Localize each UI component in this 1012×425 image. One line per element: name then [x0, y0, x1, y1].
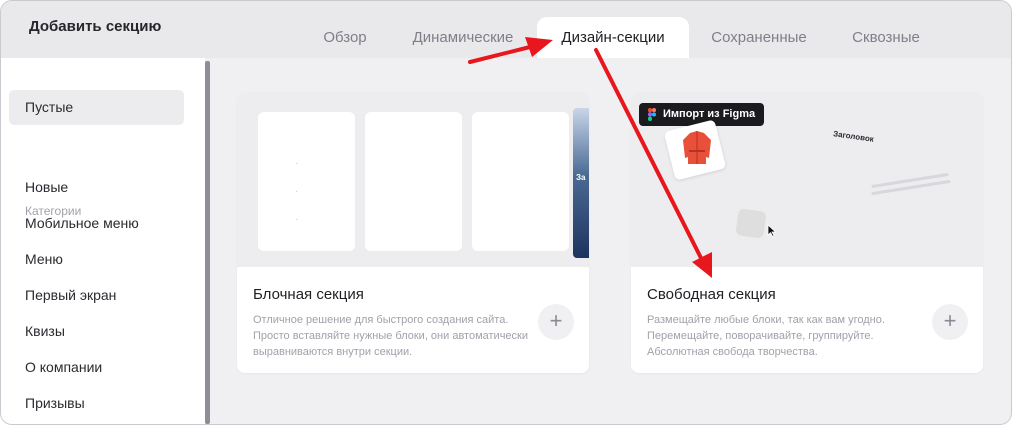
preview-snippet: За: [576, 173, 586, 182]
tab-overview[interactable]: Обзор: [307, 17, 383, 58]
sidebar-item-calls-to-action[interactable]: Призывы: [25, 395, 85, 411]
sidebar-item-quizzes[interactable]: Квизы: [25, 323, 65, 339]
category-sidebar: Пустые Категории Новые Мобильное меню Ме…: [1, 58, 205, 424]
add-section-dialog: Добавить секцию Обзор Динамические Дизай…: [0, 0, 1012, 425]
add-block-section-button[interactable]: +: [538, 304, 574, 340]
sidebar-item-new[interactable]: Новые: [25, 179, 68, 195]
preview-block: [365, 112, 462, 251]
mouse-pointer-icon: [767, 224, 777, 237]
block-section-card[interactable]: · · · За Блочная секция Отличное решение д…: [237, 92, 589, 373]
section-catalog: · · · За Блочная секция Отличное решение д…: [210, 58, 1011, 424]
preview-block: [472, 112, 569, 251]
card-description: Размещайте любые блоки, так как вам угод…: [647, 314, 885, 358]
free-section-card[interactable]: Импорт из Figma Заголовок Свободная секц…: [631, 92, 983, 373]
preview-dots: · · ·: [295, 158, 299, 225]
sidebar-item-empty[interactable]: Пустые: [9, 90, 184, 125]
preview-block: · · ·: [258, 112, 355, 251]
card-title: Свободная секция: [647, 286, 776, 303]
jacket-image-icon: [683, 131, 711, 164]
preview-heading: Заголовок: [832, 129, 875, 144]
tab-design-sections[interactable]: Дизайн-секции: [537, 17, 689, 58]
tab-dynamic[interactable]: Динамические: [394, 17, 532, 58]
plus-icon: +: [549, 308, 563, 333]
block-section-preview: · · · За: [237, 92, 589, 267]
add-free-section-button[interactable]: +: [932, 304, 968, 340]
figma-logo-icon: [648, 108, 656, 121]
tab-saved[interactable]: Сохраненные: [697, 17, 821, 58]
sidebar-item-about[interactable]: О компании: [25, 359, 102, 375]
preview-shape: [735, 208, 767, 239]
sidebar-item-first-screen[interactable]: Первый экран: [25, 287, 116, 303]
sidebar-item-menu[interactable]: Меню: [25, 251, 63, 267]
free-section-preview: Импорт из Figma Заголовок: [631, 92, 983, 267]
figma-badge-label: Импорт из Figma: [663, 108, 756, 120]
card-title: Блочная секция: [253, 286, 364, 303]
tab-global[interactable]: Сквозные: [835, 17, 937, 58]
plus-icon: +: [943, 308, 957, 333]
card-description: Отличное решение для быстрого создания с…: [253, 314, 528, 358]
dialog-title: Добавить секцию: [29, 18, 162, 35]
dialog-header: Добавить секцию Обзор Динамические Дизай…: [1, 1, 1011, 58]
preview-dark-block: За: [573, 108, 589, 258]
sidebar-item-mobile-menu[interactable]: Мобильное меню: [25, 215, 139, 231]
